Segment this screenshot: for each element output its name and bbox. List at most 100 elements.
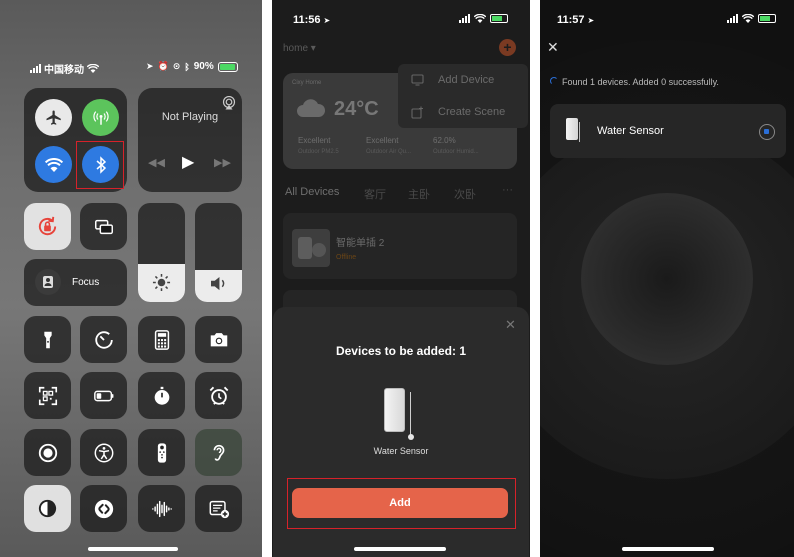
now-playing-tile[interactable]: Not Playing ◀◀ ▶ ▶▶ [138, 88, 242, 192]
close-icon[interactable]: ✕ [547, 39, 559, 56]
water-sensor-probe-tip-icon [408, 434, 414, 440]
wifi-icon [44, 157, 63, 172]
scanning-screen: 11:57 ➤ ✕ Found 1 devices. Added 0 succes… [540, 0, 794, 557]
rotation-lock-icon: ⊙ [172, 61, 181, 71]
home-indicator[interactable] [622, 547, 714, 551]
tab-master-bedroom[interactable]: 主卧 [408, 186, 430, 202]
low-power-mode-button[interactable] [80, 372, 127, 419]
weather-stat-3-label: Outdoor Humid... [433, 149, 479, 155]
accessibility-button[interactable] [80, 429, 127, 476]
dark-mode-icon [38, 499, 57, 518]
add-menu-button[interactable]: + [499, 39, 516, 56]
focus-person-icon [35, 269, 61, 295]
airplay-icon[interactable] [222, 96, 236, 110]
device-status-indicator-icon [759, 124, 775, 140]
weather-stat-2-label: Outdoor Air Qu... [366, 149, 412, 155]
weather-temperature: 24°C [334, 98, 379, 120]
quick-note-icon [209, 500, 229, 518]
play-icon[interactable]: ▶ [182, 152, 194, 172]
quick-note-button[interactable] [195, 485, 242, 532]
speaker-icon [211, 276, 225, 291]
now-playing-title: Not Playing [161, 111, 219, 123]
sheet-device-name: Water Sensor [373, 446, 429, 456]
airplane-mode-toggle[interactable] [35, 99, 72, 136]
orientation-lock-toggle[interactable] [24, 203, 71, 250]
found-device-card[interactable] [550, 104, 786, 158]
code-scanner-button[interactable] [24, 372, 71, 419]
radar-inner-circle [581, 193, 753, 365]
timer-button[interactable] [80, 316, 127, 363]
highlight-box-bluetooth [76, 141, 124, 189]
highlight-box-add [287, 478, 516, 529]
brightness-slider[interactable] [138, 203, 185, 302]
battery-charging-icon [217, 61, 238, 72]
stopwatch-icon [154, 386, 169, 405]
status-time: 11:56 ➤ [293, 14, 331, 26]
screen-recording-button[interactable] [24, 429, 71, 476]
tab-living-room[interactable]: 客厅 [364, 186, 386, 202]
camera-button[interactable] [195, 316, 242, 363]
volume-slider[interactable] [195, 203, 242, 302]
shazam-icon [94, 499, 113, 518]
qr-scanner-icon [38, 386, 57, 405]
focus-button[interactable]: Focus [24, 259, 127, 306]
found-device-name: Water Sensor [597, 125, 664, 137]
weather-stat-1-label: Outdoor PM2.5 [298, 149, 339, 155]
flashlight-icon [43, 331, 52, 348]
tab-second-bedroom[interactable]: 次卧 [454, 186, 476, 202]
waveform-icon [151, 500, 172, 517]
brightness-sun-icon [152, 273, 171, 292]
close-icon[interactable]: ✕ [505, 317, 516, 333]
wifi-icon [742, 14, 754, 23]
apple-tv-remote-button[interactable] [138, 429, 185, 476]
cellular-data-toggle[interactable] [82, 99, 119, 136]
wifi-toggle[interactable] [35, 146, 72, 183]
calculator-button[interactable] [138, 316, 185, 363]
water-sensor-icon [384, 388, 405, 432]
calculator-icon [154, 329, 169, 350]
weather-stat-1-value: Excellent [298, 136, 331, 145]
battery-icon [93, 390, 113, 401]
cloud-icon [297, 99, 326, 117]
wifi-icon [87, 64, 99, 73]
alarm-clock-icon [209, 386, 228, 405]
menu-add-device[interactable]: Add Device [438, 74, 494, 86]
voice-memos-button[interactable] [138, 485, 185, 532]
hearing-button[interactable] [195, 429, 242, 476]
weather-stat-2-value: Excellent [366, 136, 399, 145]
next-track-icon[interactable]: ▶▶ [214, 156, 231, 169]
focus-label: Focus [72, 277, 100, 288]
status-bar-right [727, 14, 776, 23]
signal-icon [727, 14, 738, 23]
loading-spinner-icon [550, 77, 558, 85]
screen-mirroring-icon [94, 219, 113, 234]
status-time: 11:57 ➤ [557, 14, 595, 26]
status-bar-left: 中国移动 [30, 61, 99, 76]
home-indicator[interactable] [88, 547, 178, 551]
status-bar-right [459, 14, 508, 23]
home-selector[interactable]: home ▾ [283, 43, 316, 54]
plus-icon: + [503, 39, 512, 55]
dark-mode-button[interactable] [24, 485, 71, 532]
menu-create-scene[interactable]: Create Scene [438, 106, 505, 118]
stopwatch-button[interactable] [138, 372, 185, 419]
airplane-icon [46, 110, 61, 125]
alarm-button[interactable] [195, 372, 242, 419]
flashlight-button[interactable] [24, 316, 71, 363]
battery-charging-icon [758, 14, 776, 23]
cellular-antenna-icon [92, 110, 109, 125]
previous-track-icon[interactable]: ◀◀ [148, 156, 165, 169]
create-scene-icon [411, 106, 423, 119]
tab-all-devices[interactable]: All Devices [285, 186, 339, 198]
wifi-icon [474, 14, 486, 23]
device-name: 智能单插 2 [336, 238, 385, 249]
sheet-title: Devices to be added: 1 [335, 344, 467, 358]
weather-city: Cixy Home [292, 80, 322, 86]
signal-icon [30, 64, 41, 73]
shazam-button[interactable] [80, 485, 127, 532]
more-tabs-icon[interactable]: ··· [502, 184, 513, 196]
alarm-icon: ⏰ [157, 61, 169, 71]
smart-plug-icon [292, 229, 330, 267]
screen-mirroring-button[interactable] [80, 203, 127, 250]
home-indicator[interactable] [354, 547, 446, 551]
